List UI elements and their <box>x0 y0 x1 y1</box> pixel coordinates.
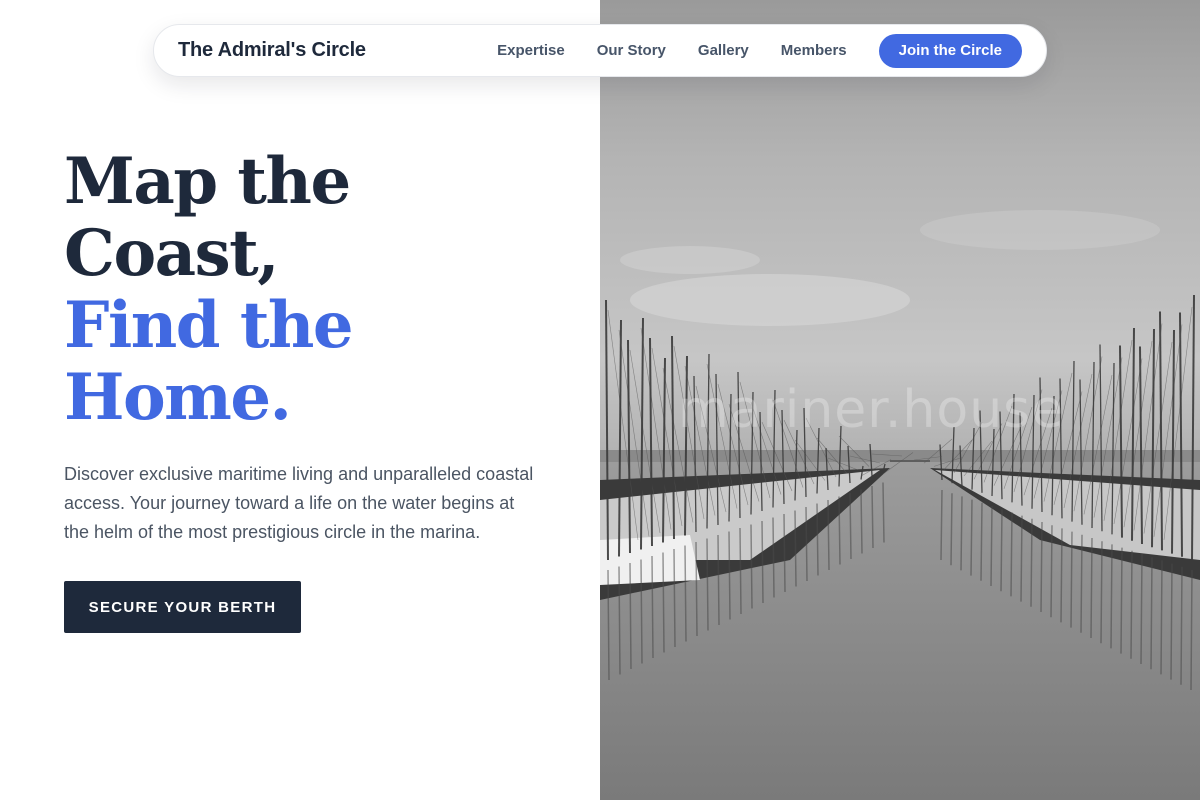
mast-line <box>728 531 731 620</box>
mast-line <box>673 548 676 648</box>
mast-line <box>607 569 610 681</box>
mast-line <box>1030 518 1033 607</box>
mast-line <box>717 534 720 626</box>
mast-line <box>816 503 819 576</box>
mast-line <box>739 527 742 615</box>
mast-line <box>783 513 786 593</box>
mast-line <box>629 562 632 670</box>
mast-line <box>1190 569 1193 691</box>
mast-line <box>882 482 885 543</box>
nav-link-gallery[interactable]: Gallery <box>698 42 749 59</box>
mast-line <box>1080 534 1083 633</box>
landing-page: mariner.house The Admiral's Circle Exper… <box>0 0 1200 800</box>
brand-logo[interactable]: The Admiral's Circle <box>178 39 366 62</box>
hero-description: Discover exclusive maritime living and u… <box>64 464 534 542</box>
mast-line <box>871 485 874 549</box>
mast-line <box>838 496 841 565</box>
secure-your-berth-button[interactable]: SECURE YOUR BERTH <box>64 581 301 633</box>
mast-line <box>1120 547 1123 654</box>
mast-line <box>1020 515 1023 602</box>
nav-link-our-story[interactable]: Our Story <box>597 42 666 59</box>
mast-line <box>827 499 830 571</box>
mast-line <box>772 517 775 598</box>
mast-line <box>960 496 963 571</box>
mast-line <box>980 502 983 581</box>
mast-line <box>1150 557 1153 670</box>
mast-line <box>761 520 764 604</box>
mast-line <box>750 524 753 609</box>
nav-link-members[interactable]: Members <box>781 42 847 59</box>
mast-line <box>1160 560 1163 675</box>
mast-line <box>1100 541 1103 644</box>
hero-section: Map the Coast, Find the Home. Discover e… <box>64 146 564 633</box>
mast-line <box>662 552 665 653</box>
mast-line <box>1070 531 1073 628</box>
mast-line <box>1060 528 1063 623</box>
mast-line <box>940 489 943 561</box>
mast-line <box>794 510 797 587</box>
mast-line <box>1090 537 1093 639</box>
nav-links: Expertise Our Story Gallery Members Join… <box>497 33 1022 68</box>
headline-line-4: Home. <box>64 360 292 435</box>
mast-line <box>1040 521 1043 613</box>
mast-line <box>1000 509 1003 592</box>
mast-line <box>1170 563 1173 680</box>
mast-line <box>950 493 953 566</box>
mast-line <box>860 489 863 554</box>
mast-line <box>640 559 643 664</box>
mast-line <box>1140 553 1143 665</box>
cloud <box>620 246 760 274</box>
mast-line <box>618 566 621 675</box>
top-navigation: The Admiral's Circle Expertise Our Story… <box>153 24 1047 77</box>
watermark-text: mariner.house <box>678 380 1065 440</box>
cloud <box>920 210 1160 250</box>
mast-line <box>1130 550 1133 659</box>
marina-photo: mariner.house <box>600 0 1200 800</box>
headline-line-1: Map the <box>64 144 351 219</box>
hero-headline: Map the Coast, Find the Home. <box>64 146 564 434</box>
nav-link-expertise[interactable]: Expertise <box>497 42 565 59</box>
mast-line <box>805 506 808 582</box>
mast-line <box>684 545 687 642</box>
mast-line <box>970 499 973 576</box>
mast-line <box>1110 544 1113 649</box>
mast-line <box>849 492 852 560</box>
join-the-circle-button[interactable]: Join the Circle <box>878 33 1022 68</box>
headline-line-3: Find the <box>64 288 354 363</box>
mast-line <box>1180 566 1183 685</box>
mast-line <box>1010 512 1013 597</box>
mast-line <box>651 555 654 659</box>
mast-line <box>695 541 698 637</box>
cloud <box>630 274 910 326</box>
mast-line <box>706 538 709 631</box>
mast-line <box>1050 525 1053 618</box>
headline-line-2: Coast, <box>64 216 279 291</box>
mast-line <box>990 505 993 587</box>
